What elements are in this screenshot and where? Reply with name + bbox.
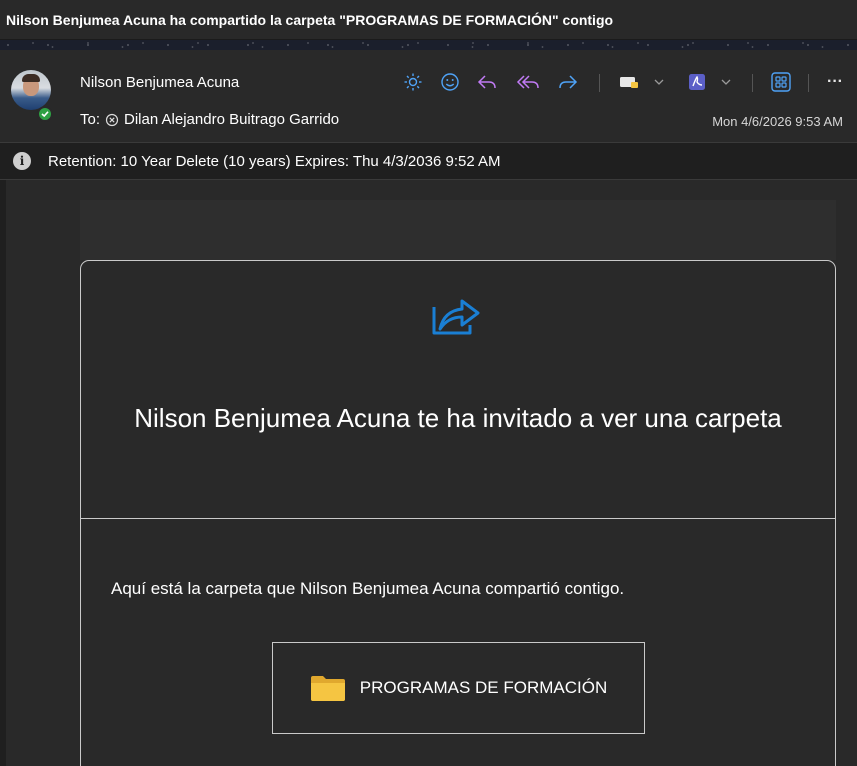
more-icon[interactable]: ··· [823,68,847,96]
email-subject: Nilson Benjumea Acuna ha compartido la c… [6,12,614,28]
retention-bar: i Retention: 10 Year Delete (10 years) E… [0,142,857,180]
card-message: Aquí está la carpeta que Nilson Benjumea… [111,579,625,598]
open-folder-button[interactable]: PROGRAMAS DE FORMACIÓN [272,642,645,734]
message-body: Nilson Benjumea Acuna te ha invitado a v… [0,180,857,766]
pdf-icon[interactable] [686,68,708,96]
message-toolbar: ··· [0,68,857,96]
toolbar-separator [752,74,753,92]
message-header: Nilson Benjumea Acuna To: Dilan Alejandr… [0,50,857,142]
recipient-name[interactable]: Dilan Alejandro Buitrago Garrido [124,111,339,128]
left-gutter [0,180,6,766]
subject-bar: Nilson Benjumea Acuna ha compartido la c… [0,0,857,40]
toolbar-separator [808,74,809,92]
header-banner [0,40,857,50]
email-header-strip [80,200,836,260]
toolbar-separator [599,74,600,92]
card-divider [81,518,835,519]
retention-text: Retention: 10 Year Delete (10 years) Exp… [48,152,501,170]
apps-icon[interactable] [769,68,793,96]
folder-icon [310,676,345,701]
recipient-line: To: Dilan Alejandro Buitrago Garrido [80,111,339,128]
card-title: Nilson Benjumea Acuna te ha invitado a v… [134,403,782,433]
folder-name: PROGRAMAS DE FORMACIÓN [359,678,608,697]
reply-icon[interactable] [475,68,499,96]
info-icon: i [13,152,31,170]
tag-icon[interactable] [617,68,641,96]
chevron-down-icon[interactable] [719,68,733,96]
to-label: To: [80,111,101,128]
presence-available-icon [37,106,53,122]
chevron-down-icon[interactable] [652,68,666,96]
message-datetime: Mon 4/6/2026 9:53 AM [712,114,843,129]
sun-icon[interactable] [402,68,424,96]
share-card: Nilson Benjumea Acuna te ha invitado a v… [80,260,836,766]
recipient-status-icon [105,113,119,127]
smiley-icon[interactable] [439,68,461,96]
share-icon [430,291,484,339]
forward-icon[interactable] [556,68,580,96]
reply-all-icon[interactable] [515,68,541,96]
